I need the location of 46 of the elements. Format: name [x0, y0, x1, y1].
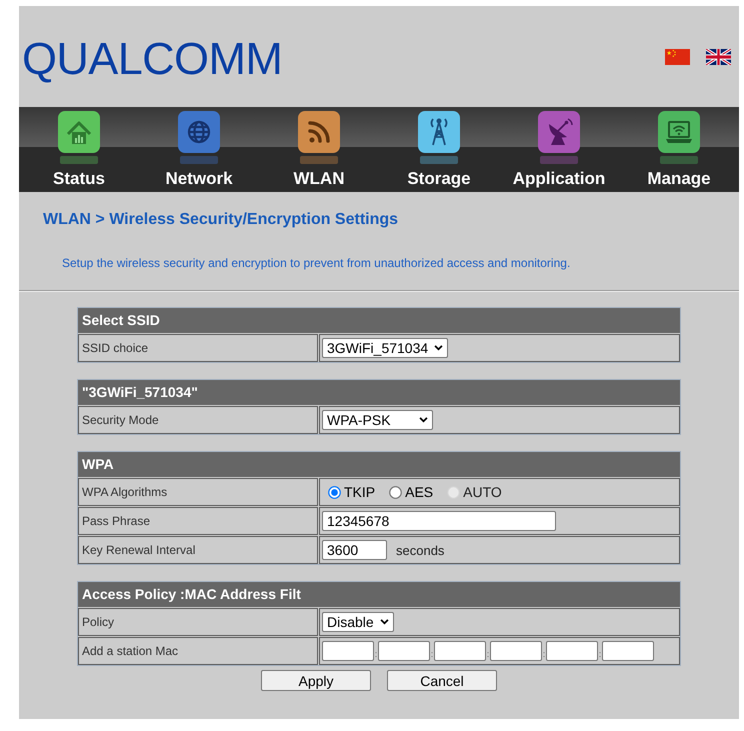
chinese-flag-icon[interactable] — [665, 48, 690, 64]
unit-label: seconds — [396, 542, 444, 558]
section-header: "3GWiFi_571034" — [78, 380, 680, 405]
label-cell: SSID choice — [78, 334, 318, 362]
text-field[interactable]: 12345678 — [322, 511, 556, 531]
mac-octet-field[interactable] — [546, 641, 598, 661]
nav-tab[interactable]: Storage — [379, 107, 499, 192]
nav-tab[interactable]: Manage — [619, 107, 739, 192]
radio-option[interactable]: AES — [389, 484, 434, 500]
nav-tab[interactable]: Application — [499, 107, 619, 192]
apply-button[interactable]: Apply — [261, 670, 371, 691]
label-cell: Pass Phrase — [78, 507, 318, 535]
label-cell: Policy — [78, 608, 318, 636]
mac-octet-field[interactable] — [490, 641, 542, 661]
nav-tab[interactable]: Status — [19, 107, 139, 192]
mac-octet-field[interactable] — [434, 641, 486, 661]
text-field[interactable]: 3600 — [322, 540, 387, 560]
radio-option[interactable]: TKIP — [328, 484, 376, 500]
nav-tab[interactable]: Network — [139, 107, 259, 192]
label-cell: Security Mode — [78, 406, 318, 434]
caret-icon — [380, 619, 389, 625]
colon-separator: : — [598, 650, 602, 658]
mac-octet-field[interactable] — [322, 641, 374, 661]
page-title: WLAN > Wireless Security/Encryption Settings — [43, 210, 400, 230]
dropdown[interactable]: 3GWiFi_571034 — [322, 338, 448, 358]
label-cell: Key Renewal Interval — [78, 536, 318, 564]
colon-separator: : — [430, 650, 434, 658]
company-logo: QUALCOMM — [22, 36, 282, 81]
mac-octet-field[interactable] — [602, 641, 654, 661]
dropdown[interactable]: Disable — [322, 612, 394, 632]
caret-icon — [434, 345, 444, 351]
section-header: WPA — [78, 452, 680, 477]
cancel-button[interactable]: Cancel — [387, 670, 497, 691]
colon-separator: : — [542, 650, 546, 658]
label-cell: WPA Algorithms — [78, 478, 318, 506]
dropdown[interactable]: WPA-PSK — [322, 410, 433, 430]
caret-icon — [419, 417, 428, 423]
section-header: Select SSID — [78, 308, 680, 333]
british-flag-icon[interactable] — [706, 48, 731, 64]
section-header: Access Policy :MAC Address Filt — [78, 582, 680, 607]
nav-tab[interactable]: WLAN — [259, 107, 379, 192]
colon-separator: : — [486, 650, 490, 658]
mac-octet-field[interactable] — [378, 641, 430, 661]
page-description: Setup the wireless security and encryption to prevent from unauthorized access and monitoring. — [62, 255, 572, 271]
label-cell: Add a station Mac — [78, 637, 318, 665]
colon-separator: : — [374, 650, 378, 658]
